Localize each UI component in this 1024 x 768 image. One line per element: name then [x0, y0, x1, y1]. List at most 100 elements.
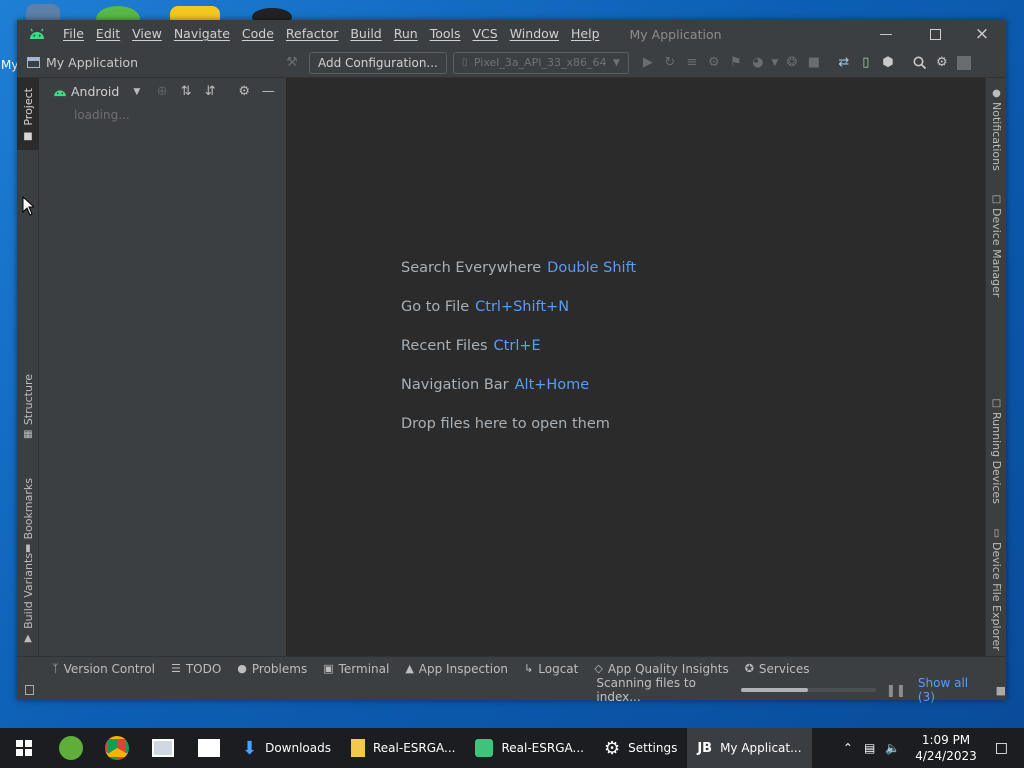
folder-icon [351, 739, 365, 757]
chevron-down-icon[interactable]: ▼ [133, 87, 140, 97]
attach-debugger-icon[interactable]: ⚑ [725, 52, 747, 74]
more-run-options-icon[interactable]: ▼ [769, 52, 781, 74]
pause-icon[interactable]: ❚❚ [886, 683, 906, 697]
apply-changes-icon[interactable]: ↻ [659, 52, 681, 74]
run-icon[interactable]: ▶ [637, 52, 659, 74]
close-icon: × [974, 24, 990, 44]
hint-recent-files: Recent Files Ctrl+E [401, 338, 541, 354]
tab-structure[interactable]: Structure ▦ [17, 374, 39, 442]
menu-vcs[interactable]: VCS [467, 20, 504, 48]
android-icon: ▲ [24, 633, 32, 644]
hint-shortcut[interactable]: Ctrl+Shift+N [475, 299, 569, 315]
profile-icon[interactable]: ◕ [747, 52, 769, 74]
hint-go-to-file: Go to File Ctrl+Shift+N [401, 299, 569, 315]
taskbar-item-android-studio[interactable]: JB My Applicat... [687, 728, 812, 768]
clapper-icon[interactable] [186, 728, 232, 768]
diamond-icon: ◇ [594, 662, 603, 675]
menu-view[interactable]: View [126, 20, 168, 48]
clock-time: 1:09 PM [921, 733, 971, 747]
tab-running-devices-label: Running Devices [990, 412, 1003, 504]
tab-notifications[interactable]: ● Notifications [986, 88, 1007, 171]
folder-icon [27, 57, 40, 68]
close-button[interactable]: × [959, 20, 1005, 48]
search-icon[interactable] [909, 52, 931, 74]
clock[interactable]: 1:09 PM 4/24/2023 [915, 732, 977, 764]
settings-gear-icon[interactable]: ⚙ [931, 52, 953, 74]
hint-shortcut[interactable]: Alt+Home [515, 377, 590, 393]
device-manager-icon[interactable]: ▯ [855, 52, 877, 74]
tab-device-file-explorer[interactable]: ▯ Device File Explorer [986, 528, 1007, 651]
windows-logo-icon [16, 740, 32, 756]
taskbar-label: Downloads [265, 741, 331, 755]
maximize-button[interactable] [912, 20, 958, 48]
network-icon[interactable]: ▤ [864, 741, 875, 755]
taskbar-item-image[interactable]: Real-ESRGA... [465, 728, 593, 768]
hint-drop-files: Drop files here to open them [401, 416, 610, 432]
tool-app-inspection[interactable]: ▲ App Inspection [405, 662, 508, 676]
stop-icon[interactable]: ■ [803, 52, 825, 74]
menu-code[interactable]: Code [236, 20, 280, 48]
volume-icon[interactable]: 🔈 [885, 741, 900, 755]
structure-icon: ▦ [23, 429, 33, 440]
news-app-icon[interactable] [140, 728, 186, 768]
toggle-tool-windows-icon[interactable] [25, 685, 35, 695]
tab-project[interactable]: Project ■ [17, 78, 39, 150]
system-tray: ⌃ ▤ 🔈 1:09 PM 4/24/2023 □ [837, 728, 1024, 768]
menu-help[interactable]: Help [565, 20, 606, 48]
tab-bookmarks[interactable]: Bookmarks ▮ [17, 462, 39, 556]
tab-device-manager[interactable]: □ Device Manager [986, 194, 1007, 297]
sync-gradle-icon[interactable]: ⇄ [833, 52, 855, 74]
utorrent-icon[interactable] [48, 728, 94, 768]
tab-build-variants[interactable]: Build Variants ▲ [17, 553, 39, 646]
menu-tools[interactable]: Tools [424, 20, 467, 48]
hide-panel-icon[interactable]: — [256, 80, 280, 104]
minimize-button[interactable]: — [863, 20, 909, 48]
hint-label: Go to File [401, 299, 470, 315]
action-center-icon[interactable]: □ [995, 740, 1008, 756]
apply-code-changes-icon[interactable]: ≡ [681, 52, 703, 74]
add-configuration-button[interactable]: Add Configuration... [309, 51, 447, 74]
panel-settings-gear-icon[interactable]: ⚙ [232, 80, 256, 104]
hint-shortcut[interactable]: Double Shift [547, 260, 636, 276]
tab-structure-label: Structure [21, 373, 35, 425]
title-bar[interactable]: File Edit View Navigate Code Refactor Bu… [17, 20, 1006, 48]
tool-todo[interactable]: ☰ TODO [171, 662, 221, 676]
project-view-selector[interactable]: Android [71, 84, 119, 99]
avatar-placeholder[interactable] [953, 52, 975, 74]
debug-icon[interactable]: ⚙ [703, 52, 725, 74]
notification-icon[interactable]: ■ [996, 684, 1006, 697]
tool-app-quality-insights[interactable]: ◇ App Quality Insights [594, 662, 728, 676]
tab-running-devices[interactable]: □ Running Devices [986, 398, 1007, 504]
device-selector[interactable]: ▯ Pixel_3a_API_33_x86_64 ▼ [452, 51, 629, 74]
start-button[interactable] [0, 728, 48, 768]
menu-window[interactable]: Window [504, 20, 565, 48]
tab-notifications-label: Notifications [990, 102, 1003, 171]
menu-run[interactable]: Run [388, 20, 424, 48]
select-opened-file-icon[interactable]: ⊕ [150, 80, 174, 104]
tool-services[interactable]: ✪ Services [745, 662, 810, 676]
hint-search-everywhere: Search Everywhere Double Shift [401, 260, 636, 276]
show-all-link[interactable]: Show all (3) [918, 676, 984, 704]
taskbar-item-settings[interactable]: ⚙ Settings [594, 728, 687, 768]
chrome-icon[interactable] [94, 728, 140, 768]
hint-shortcut[interactable]: Ctrl+E [494, 338, 541, 354]
tool-version-control[interactable]: ᛉ Version Control [52, 662, 155, 676]
collapse-all-icon[interactable]: ⇵ [198, 80, 222, 104]
tool-terminal[interactable]: ▣ Terminal [323, 662, 389, 676]
menu-edit[interactable]: Edit [90, 20, 126, 48]
menu-navigate[interactable]: Navigate [168, 20, 236, 48]
build-hammer-icon[interactable]: ⚒ [281, 52, 303, 74]
taskbar-item-downloads[interactable]: ⬇ Downloads [232, 728, 341, 768]
bottom-tool-bar: ᛉ Version Control ☰ TODO ● Problems ▣ Termin… [17, 656, 1006, 680]
sdk-manager-icon[interactable]: ⬢ [877, 52, 899, 74]
menu-refactor[interactable]: Refactor [280, 20, 344, 48]
expand-all-icon[interactable]: ⇅ [174, 80, 198, 104]
menu-file[interactable]: File [57, 20, 90, 48]
coverage-icon[interactable]: ❂ [781, 52, 803, 74]
tool-problems[interactable]: ● Problems [237, 662, 307, 676]
chevron-up-icon[interactable]: ⌃ [843, 741, 853, 755]
taskbar-item-folder[interactable]: Real-ESRGA... [341, 728, 465, 768]
project-breadcrumb[interactable]: My Application [27, 55, 138, 70]
menu-build[interactable]: Build [344, 20, 387, 48]
tool-logcat[interactable]: ↳ Logcat [524, 662, 578, 676]
